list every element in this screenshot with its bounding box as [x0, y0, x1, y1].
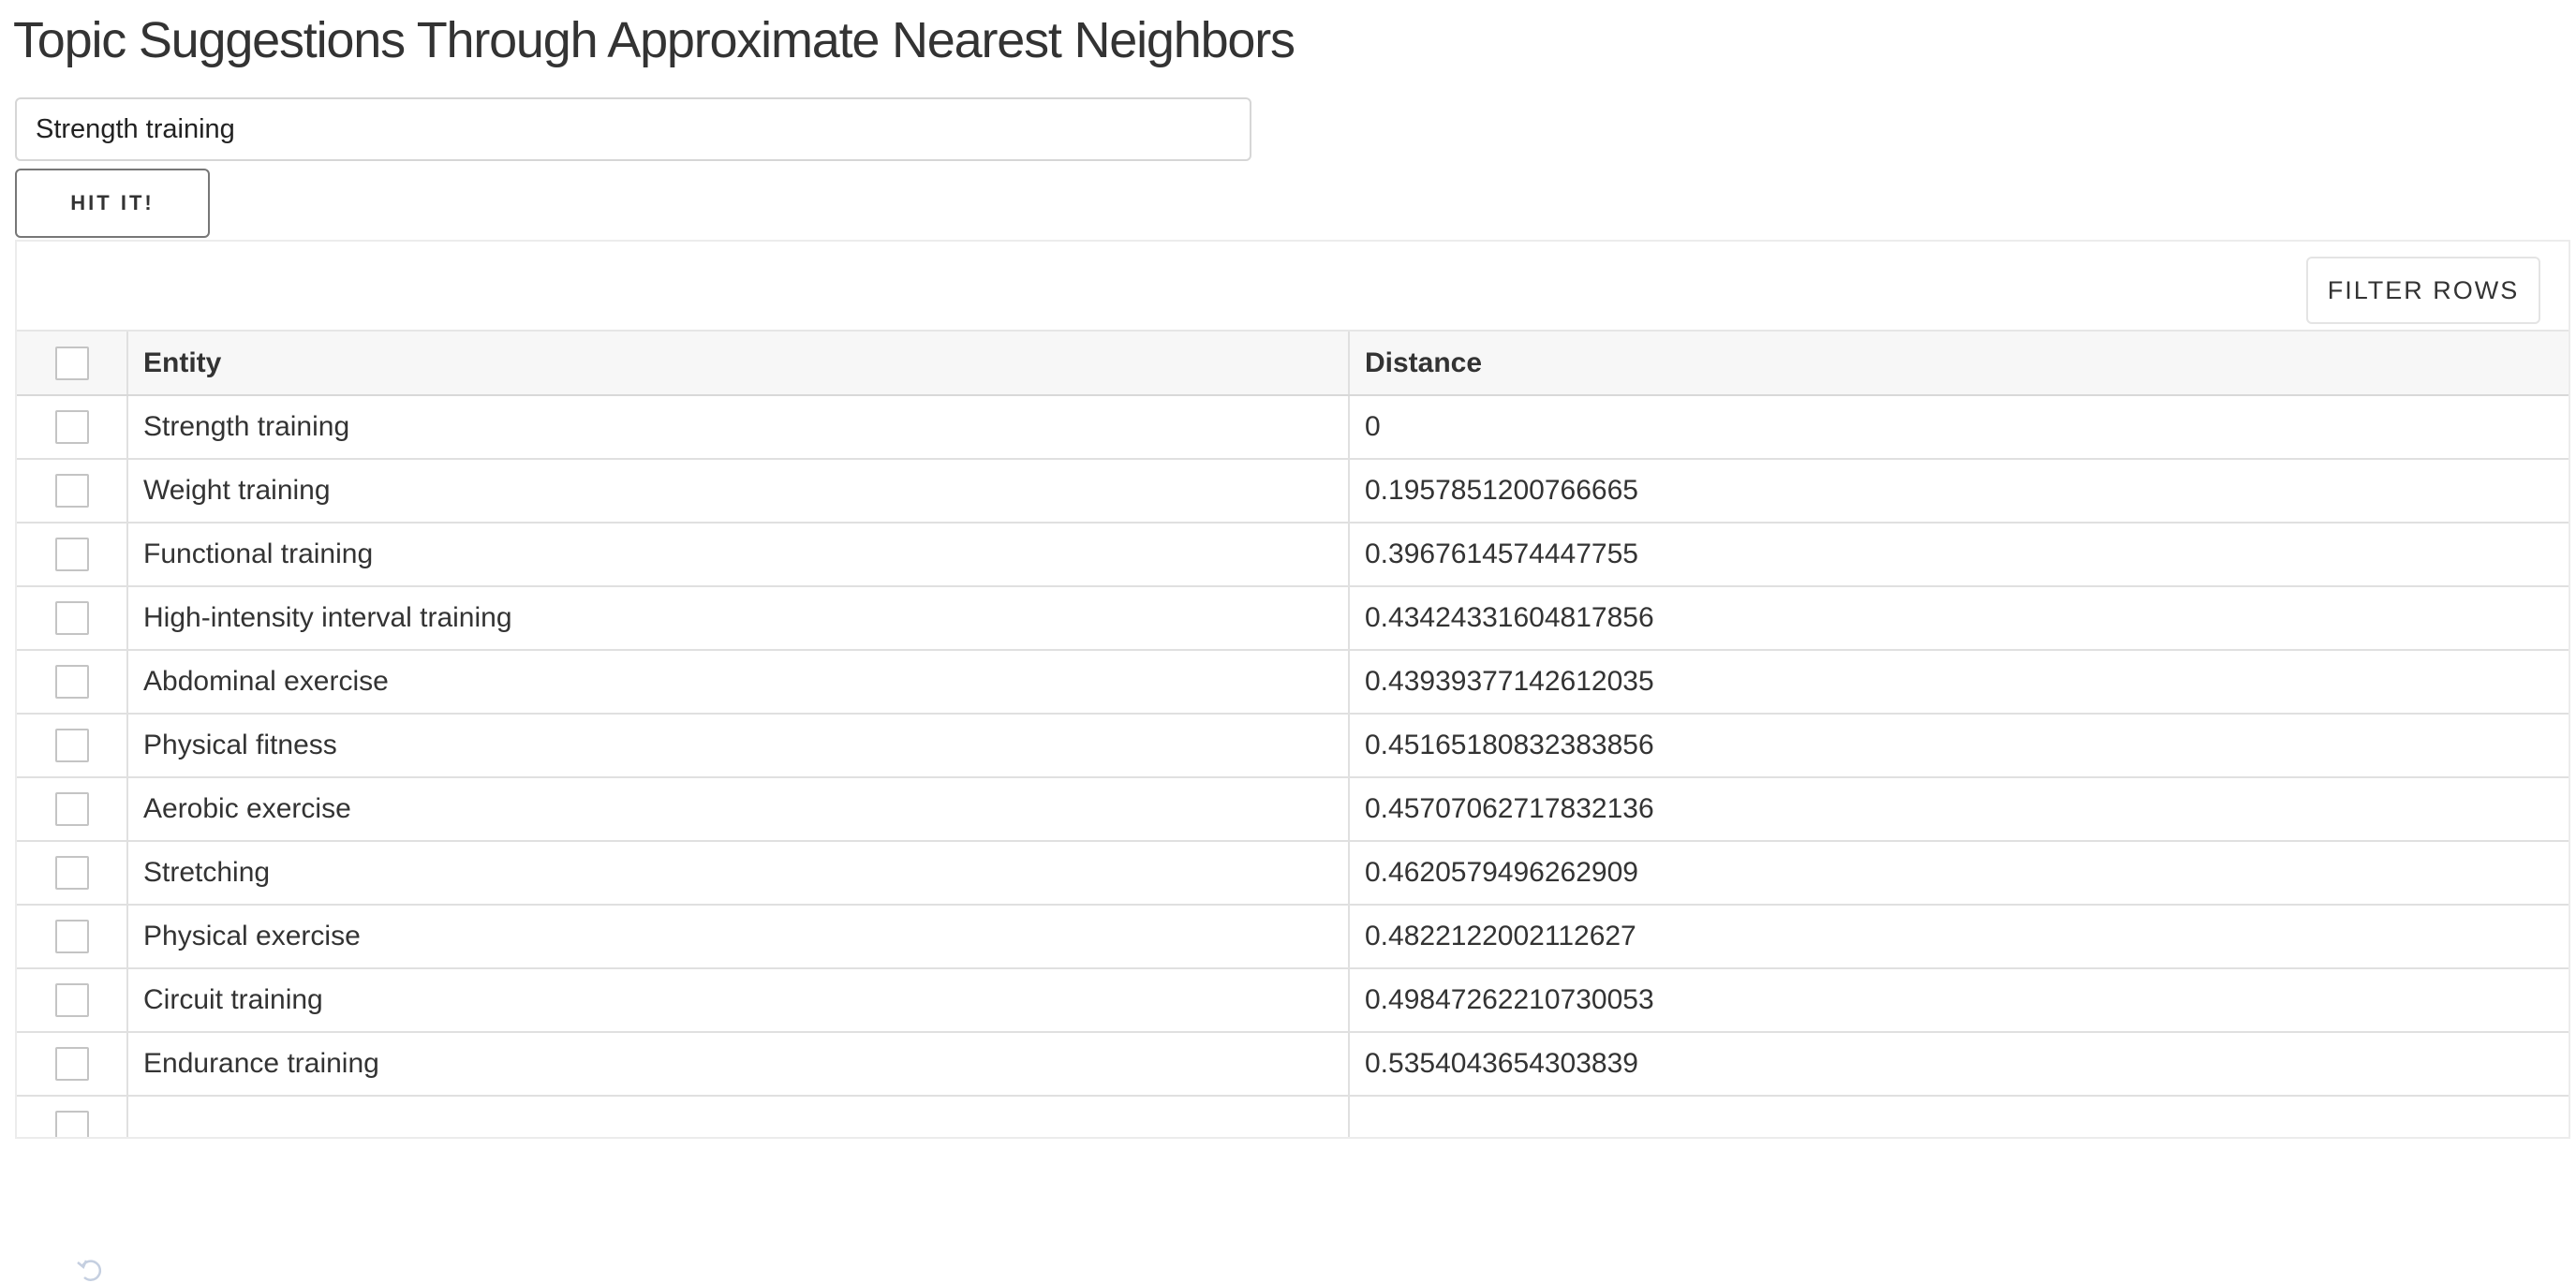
distance-cell: 0.1957851200766665 — [1349, 459, 2569, 524]
header-row: Entity Distance — [17, 332, 2569, 396]
row-checkbox[interactable] — [54, 665, 89, 700]
table-row[interactable]: High-intensity interval training 0.434243… — [17, 586, 2569, 651]
row-select-cell — [17, 459, 128, 524]
row-checkbox[interactable] — [54, 983, 89, 1018]
entity-cell: Endurance training — [127, 1032, 1350, 1097]
table-row[interactable]: Strength training 0 — [17, 395, 2569, 460]
entity-cell: Strength training — [127, 395, 1350, 460]
table-row[interactable]: Physical exercise 0.4822122002112627 — [17, 905, 2569, 969]
table-row[interactable]: Aerobic exercise 0.45707062717832136 — [17, 777, 2569, 842]
row-select-cell — [17, 1096, 128, 1137]
results-grid: FILTER ROWS Entity Distance Strength tra… — [15, 240, 2570, 1139]
table-row[interactable]: Physical fitness 0.45165180832383856 — [17, 714, 2569, 778]
row-checkbox[interactable] — [54, 729, 89, 763]
select-all-checkbox[interactable] — [54, 346, 89, 380]
row-checkbox[interactable] — [54, 474, 89, 509]
table-row[interactable]: Functional training 0.3967614574447755 — [17, 523, 2569, 587]
row-checkbox[interactable] — [54, 538, 89, 572]
table-row[interactable]: Weight training 0.1957851200766665 — [17, 459, 2569, 524]
row-checkbox[interactable] — [54, 601, 89, 636]
grid-toolbar: FILTER ROWS — [17, 242, 2569, 332]
row-select-cell — [17, 777, 128, 842]
entity-cell: Aerobic exercise — [127, 777, 1350, 842]
entity-cell: Circuit training — [127, 968, 1350, 1033]
entity-cell: Physical fitness — [127, 714, 1350, 778]
distance-cell: 0.43939377142612035 — [1349, 650, 2569, 715]
entity-cell: Functional training — [127, 523, 1350, 587]
row-checkbox[interactable] — [54, 1047, 89, 1082]
entity-cell: Weight training — [127, 459, 1350, 524]
distance-cell: 0.43424331604817856 — [1349, 586, 2569, 651]
row-select-cell — [17, 841, 128, 906]
row-select-cell — [17, 1032, 128, 1097]
row-select-cell — [17, 968, 128, 1033]
distance-cell: 0.45707062717832136 — [1349, 777, 2569, 842]
results-table: Entity Distance Strength training 0 Weight… — [17, 332, 2569, 1137]
hit-it-button[interactable]: HIT IT! — [15, 169, 210, 238]
table-row[interactable]: Endurance training 0.5354043654303839 — [17, 1032, 2569, 1097]
row-select-cell — [17, 523, 128, 587]
distance-cell: 0.4822122002112627 — [1349, 905, 2569, 969]
row-select-cell — [17, 905, 128, 969]
distance-cell: 0 — [1349, 395, 2569, 460]
row-select-cell — [17, 714, 128, 778]
entity-cell: Abdominal exercise — [127, 650, 1350, 715]
table-row[interactable]: Abdominal exercise 0.43939377142612035 — [17, 650, 2569, 715]
distance-cell: 0.49847262210730053 — [1349, 968, 2569, 1033]
filter-rows-button[interactable]: FILTER ROWS — [2306, 257, 2540, 324]
table-row[interactable] — [17, 1096, 2569, 1137]
undo-icon[interactable] — [75, 1255, 103, 1283]
page-title: Topic Suggestions Through Approximate Ne… — [13, 12, 1295, 68]
entity-cell — [127, 1096, 1350, 1137]
row-select-cell — [17, 395, 128, 460]
select-all-cell — [17, 332, 128, 396]
distance-cell: 0.3967614574447755 — [1349, 523, 2569, 587]
distance-cell: 0.45165180832383856 — [1349, 714, 2569, 778]
row-checkbox[interactable] — [54, 792, 89, 827]
row-checkbox[interactable] — [54, 920, 89, 954]
row-checkbox[interactable] — [54, 856, 89, 891]
row-checkbox[interactable] — [54, 410, 89, 445]
table-row[interactable]: Stretching 0.4620579496262909 — [17, 841, 2569, 906]
distance-cell — [1349, 1096, 2569, 1137]
entity-cell: High-intensity interval training — [127, 586, 1350, 651]
search-input[interactable] — [15, 97, 1251, 161]
entity-cell: Stretching — [127, 841, 1350, 906]
distance-cell: 0.4620579496262909 — [1349, 841, 2569, 906]
row-select-cell — [17, 586, 128, 651]
table-row[interactable]: Circuit training 0.49847262210730053 — [17, 968, 2569, 1033]
column-header-distance[interactable]: Distance — [1349, 332, 2569, 396]
distance-cell: 0.5354043654303839 — [1349, 1032, 2569, 1097]
entity-cell: Physical exercise — [127, 905, 1350, 969]
results-table-body: Strength training 0 Weight training 0.19578… — [17, 395, 2569, 1137]
row-select-cell — [17, 650, 128, 715]
column-header-entity[interactable]: Entity — [127, 332, 1350, 396]
row-checkbox[interactable] — [54, 1111, 89, 1137]
